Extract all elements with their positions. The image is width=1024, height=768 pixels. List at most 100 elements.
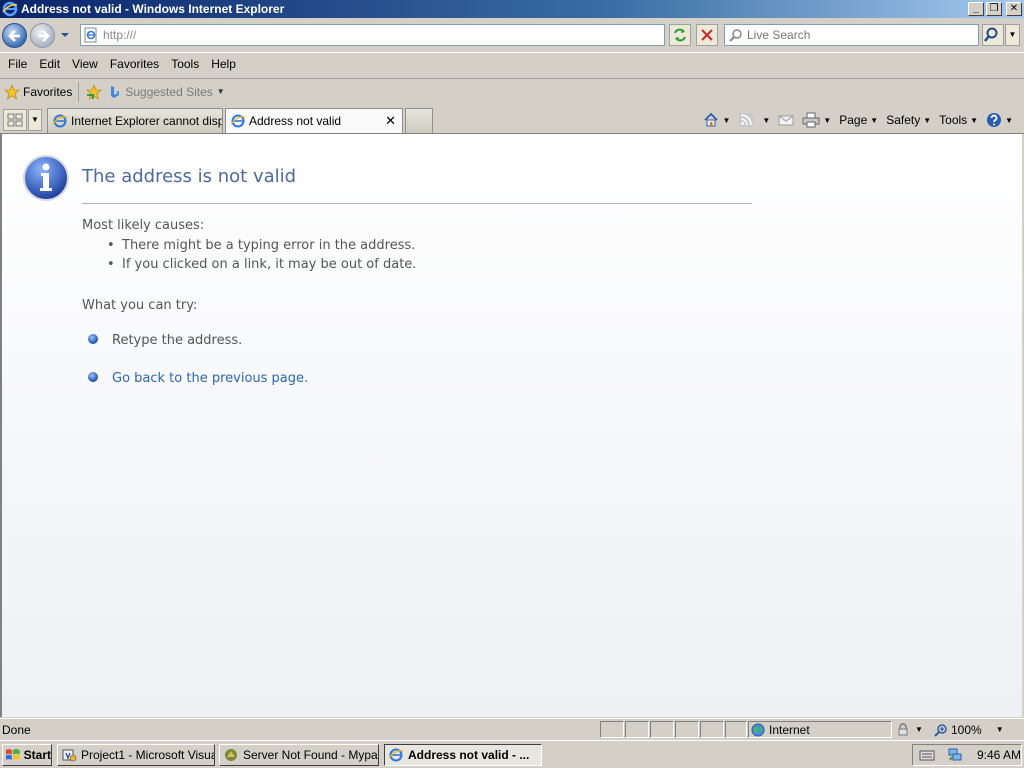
stop-button[interactable] (696, 24, 718, 46)
quick-tabs-button[interactable] (3, 109, 27, 131)
tab-list-dropdown[interactable]: ▼ (28, 109, 42, 131)
start-button[interactable]: Start (2, 744, 52, 766)
tab-close-icon[interactable]: ✕ (385, 113, 396, 129)
search-go-button[interactable] (982, 24, 1004, 46)
tools-menu[interactable]: Tools ▼ (936, 113, 981, 127)
ie-logo-icon (2, 1, 18, 17)
keyboard-icon[interactable] (919, 748, 935, 762)
favorites-star-icon (4, 83, 20, 100)
network-icon[interactable] (947, 748, 963, 762)
home-icon (704, 112, 719, 127)
tab-ie-cannot-display[interactable]: Internet Explorer cannot displ... (47, 108, 223, 133)
address-text: http:/// (103, 28, 137, 42)
page-menu[interactable]: Page ▼ (836, 113, 881, 127)
status-pane (700, 721, 724, 738)
quick-tabs-grid-icon (7, 113, 23, 127)
favorites-button[interactable]: Favorites (4, 81, 80, 102)
go-back-link-label[interactable]: Go back to the previous page. (112, 371, 308, 386)
zoom-level: 100% (951, 722, 982, 737)
title-bar: Address not valid - Windows Internet Exp… (0, 0, 1024, 18)
page-title: The address is not valid (82, 166, 297, 187)
zoom-dropdown-icon: ▼ (995, 725, 1004, 734)
menu-tools[interactable]: Tools (165, 57, 205, 71)
suggested-sites-label: Suggested Sites (125, 84, 213, 99)
security-zone[interactable]: Internet (748, 721, 892, 738)
stop-x-icon (701, 29, 713, 41)
print-button[interactable]: ▼ (799, 112, 834, 128)
mypal-icon (225, 749, 237, 761)
command-bar: ▼ ▼ ▼ Page ▼ Safety ▼ Tools ▼ ▼ (700, 110, 1016, 130)
menu-favorites[interactable]: Favorites (104, 57, 165, 71)
live-search-icon (729, 29, 742, 42)
causes-heading: Most likely causes: (82, 218, 205, 233)
tools-menu-label: Tools (939, 113, 968, 127)
window-controls: _ ❐ ✕ (968, 2, 1022, 16)
forward-button[interactable] (30, 23, 55, 48)
suggested-sites-dropdown-icon: ▼ (216, 87, 225, 96)
minimize-button[interactable]: _ (968, 2, 984, 16)
task-internet-explorer[interactable]: Address not valid - ... (384, 744, 542, 766)
go-back-link[interactable]: Go back to the previous page. (88, 371, 308, 386)
try-item-retype: Retype the address. (88, 333, 242, 348)
new-tab-button[interactable] (405, 108, 433, 133)
read-mail-button[interactable] (775, 113, 797, 127)
tab-address-not-valid[interactable]: Address not valid ✕ (225, 108, 403, 133)
refresh-icon (674, 28, 686, 42)
refresh-button[interactable] (669, 24, 691, 46)
restore-button[interactable]: ❐ (986, 2, 1002, 16)
tab-label: Address not valid (249, 114, 342, 128)
menu-file[interactable]: File (2, 57, 33, 71)
windows-flag-icon (5, 749, 20, 760)
ie-tab-icon (230, 114, 246, 128)
zone-label: Internet (769, 722, 810, 737)
protected-mode-button[interactable]: ▼ (896, 721, 930, 738)
address-field[interactable]: http:/// (80, 24, 665, 46)
zoom-magnifier-icon (934, 723, 947, 737)
magnifier-icon (984, 27, 998, 42)
protected-mode-icon (898, 722, 908, 735)
try-heading: What you can try: (82, 298, 198, 313)
blue-bullet-icon (88, 371, 98, 382)
page-content: The address is not valid Most likely cau… (0, 134, 1024, 717)
menu-help[interactable]: Help (205, 57, 242, 71)
suggested-sites[interactable]: Suggested Sites ▼ (109, 84, 225, 99)
blue-bullet-icon (88, 333, 98, 344)
ie-tab-icon (52, 114, 68, 128)
feeds-button[interactable]: ▼ (735, 112, 773, 128)
back-button[interactable] (2, 23, 27, 48)
status-pane (625, 721, 649, 738)
safety-menu[interactable]: Safety ▼ (883, 113, 934, 127)
task-mypal[interactable]: Server Not Found - Mypal (219, 744, 379, 766)
zoom-button[interactable]: 100% ▼ (934, 721, 1020, 738)
menu-view[interactable]: View (66, 57, 104, 71)
try-item-label: Retype the address. (112, 333, 243, 348)
protected-mode-dropdown-icon: ▼ (915, 725, 923, 734)
status-text: Done (2, 723, 31, 737)
title-divider (82, 203, 752, 204)
search-field[interactable]: Live Search (724, 24, 979, 46)
menu-bar: File Edit View Favorites Tools Help (0, 52, 1024, 74)
help-question-icon (987, 113, 1002, 127)
recent-pages-dropdown-icon[interactable] (60, 30, 70, 40)
forward-arrow-icon (38, 30, 50, 42)
start-label: Start (23, 748, 51, 762)
home-button[interactable]: ▼ (700, 112, 733, 128)
window-title: Address not valid - Windows Internet Exp… (21, 2, 285, 16)
menu-edit[interactable]: Edit (33, 57, 66, 71)
status-pane (650, 721, 674, 738)
search-options-dropdown[interactable]: ▼ (1005, 24, 1020, 46)
mail-icon (778, 115, 794, 126)
system-tray: 9:46 AM (912, 744, 1022, 766)
printer-icon (802, 112, 820, 128)
task-visual-basic[interactable]: Project1 - Microsoft Visual... (57, 744, 215, 766)
help-button[interactable]: ▼ (983, 112, 1016, 128)
cause-item: There might be a typing error in the add… (107, 238, 416, 253)
tab-label: Internet Explorer cannot displ... (71, 114, 223, 128)
status-pane (725, 721, 747, 738)
task-label: Project1 - Microsoft Visual... (81, 748, 214, 762)
close-button[interactable]: ✕ (1006, 2, 1022, 16)
add-to-favorites-bar-icon[interactable] (85, 83, 103, 101)
status-pane (675, 721, 699, 738)
cause-text: There might be a typing error in the add… (122, 238, 416, 253)
tools-dropdown-icon: ▼ (970, 115, 979, 125)
